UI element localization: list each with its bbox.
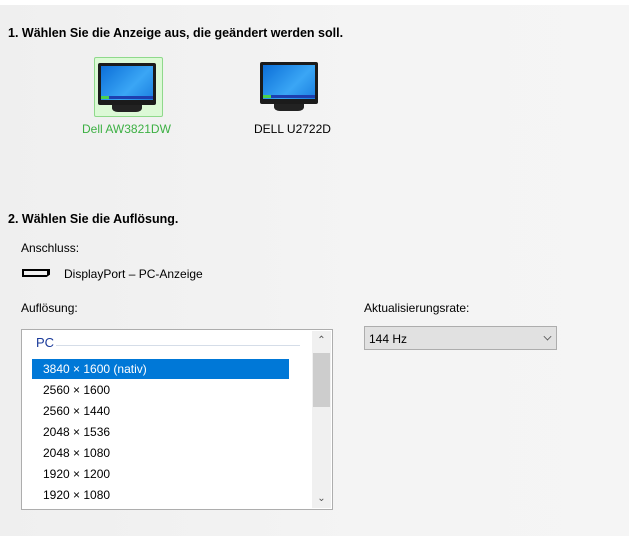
resolution-item[interactable]: 2560 × 1600	[32, 380, 289, 400]
display-dell-aw3821dw[interactable]	[94, 57, 163, 117]
resolution-item[interactable]: 1920 × 1080	[32, 485, 289, 505]
monitor-icon	[92, 57, 162, 119]
step1-heading: 1. Wählen Sie die Anzeige aus, die geänd…	[8, 26, 344, 40]
scroll-down-icon[interactable]: ⌄	[312, 493, 331, 504]
group-header: PC	[36, 335, 55, 350]
scroll-up-icon[interactable]: ⌃	[312, 335, 331, 346]
step2-heading: 2. Wählen Sie die Auflösung.	[8, 212, 179, 226]
connection-value: DisplayPort – PC-Anzeige	[64, 267, 203, 281]
resolution-item[interactable]: 2048 × 1080	[32, 443, 289, 463]
scroll-thumb[interactable]	[313, 353, 330, 407]
scrollbar[interactable]: ⌃ ⌄	[312, 331, 331, 508]
displayport-icon	[22, 269, 50, 277]
refresh-label: Aktualisierungsrate:	[364, 301, 470, 315]
resolution-label: Auflösung:	[21, 301, 78, 315]
chevron-down-icon	[543, 332, 552, 341]
resolution-item[interactable]: 2048 × 1536	[32, 422, 289, 442]
group-divider	[56, 345, 300, 346]
resolution-item[interactable]: 1920 × 1200	[32, 464, 289, 484]
refresh-value: 144 Hz	[369, 332, 408, 346]
resolution-list[interactable]: PC 3840 × 1600 (nativ) 2560 × 1600 2560 …	[21, 329, 333, 510]
refresh-rate-dropdown[interactable]: 144 Hz	[364, 326, 557, 350]
display-dell-u2722d[interactable]	[254, 57, 324, 117]
display-label[interactable]: DELL U2722D	[254, 122, 331, 136]
settings-panel: 1. Wählen Sie die Anzeige aus, die geänd…	[0, 5, 629, 536]
resolution-item[interactable]: 2560 × 1440	[32, 401, 289, 421]
monitor-icon	[254, 56, 324, 118]
display-label[interactable]: Dell AW3821DW	[82, 122, 171, 136]
connection-label: Anschluss:	[21, 241, 80, 255]
resolution-item[interactable]: 3840 × 1600 (nativ)	[32, 359, 289, 379]
